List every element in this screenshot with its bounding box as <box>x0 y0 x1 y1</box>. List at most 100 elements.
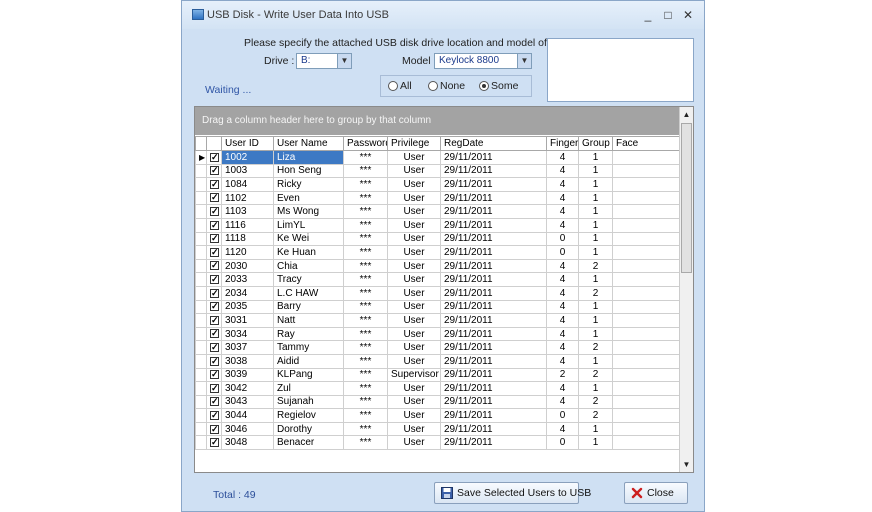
cell-regdate[interactable]: 29/11/2011 <box>440 217 547 233</box>
cell-privilege[interactable]: User <box>387 231 441 247</box>
table-row[interactable]: ✓ 1003 Hon Seng *** User 29/11/2011 4 1 <box>195 163 681 179</box>
close-window-button[interactable]: ✕ <box>680 7 696 23</box>
cell-user-id[interactable]: 1103 <box>221 204 274 219</box>
row-indicator[interactable] <box>195 435 207 451</box>
row-select-checkbox[interactable]: ✓ <box>206 367 222 383</box>
cell-privilege[interactable]: User <box>387 340 441 355</box>
cell-face[interactable] <box>612 435 681 451</box>
cell-face[interactable] <box>612 367 681 383</box>
cell-user-id[interactable]: 2034 <box>221 285 274 301</box>
cell-group[interactable]: 2 <box>578 340 613 355</box>
row-indicator[interactable] <box>195 326 207 342</box>
cell-group[interactable]: 1 <box>578 217 613 233</box>
chevron-down-icon[interactable]: ▼ <box>517 54 531 68</box>
checkmark-icon[interactable]: ✓ <box>210 179 219 189</box>
cell-regdate[interactable]: 29/11/2011 <box>440 313 547 328</box>
table-row[interactable]: ✓ 2033 Tracy *** User 29/11/2011 4 1 <box>195 272 681 287</box>
checkmark-icon[interactable]: ✓ <box>210 424 219 434</box>
row-select-checkbox[interactable]: ✓ <box>206 394 222 410</box>
cell-finger[interactable]: 4 <box>546 150 579 165</box>
cell-user-id[interactable]: 1120 <box>221 245 274 260</box>
cell-privilege[interactable]: User <box>387 190 441 206</box>
table-row[interactable]: ✓ 3031 Natt *** User 29/11/2011 4 1 <box>195 313 681 328</box>
cell-user-name[interactable]: Ms Wong <box>273 204 344 219</box>
row-indicator[interactable] <box>195 190 207 206</box>
checkmark-icon[interactable]: ✓ <box>210 261 219 271</box>
row-select-checkbox[interactable]: ✓ <box>206 150 222 165</box>
cell-group[interactable]: 1 <box>578 150 613 165</box>
cell-user-id[interactable]: 3042 <box>221 381 274 396</box>
row-indicator[interactable] <box>195 381 207 396</box>
cell-regdate[interactable]: 29/11/2011 <box>440 150 547 165</box>
checkmark-icon[interactable]: ✓ <box>210 275 219 284</box>
cell-group[interactable]: 2 <box>578 394 613 410</box>
cell-privilege[interactable]: User <box>387 177 441 192</box>
table-row[interactable]: ✓ 1120 Ke Huan *** User 29/11/2011 0 1 <box>195 245 681 260</box>
row-indicator[interactable] <box>195 231 207 247</box>
cell-user-name[interactable]: Natt <box>273 313 344 328</box>
row-indicator[interactable] <box>195 313 207 328</box>
cell-user-id[interactable]: 3046 <box>221 421 274 437</box>
checkmark-icon[interactable]: ✓ <box>210 220 219 230</box>
column-header-finger[interactable]: Finger <box>546 136 579 151</box>
cell-group[interactable]: 2 <box>578 285 613 301</box>
cell-user-id[interactable]: 3031 <box>221 313 274 328</box>
cell-face[interactable] <box>612 258 681 274</box>
cell-password[interactable]: *** <box>343 204 388 219</box>
row-select-checkbox[interactable]: ✓ <box>206 245 222 260</box>
cell-face[interactable] <box>612 340 681 355</box>
cell-user-name[interactable]: KLPang <box>273 367 344 383</box>
cell-regdate[interactable]: 29/11/2011 <box>440 353 547 369</box>
cell-user-name[interactable]: Aidid <box>273 353 344 369</box>
row-select-checkbox[interactable]: ✓ <box>206 421 222 437</box>
checkmark-icon[interactable]: ✓ <box>210 438 219 448</box>
maximize-button[interactable]: □ <box>660 7 676 23</box>
row-select-checkbox[interactable]: ✓ <box>206 190 222 206</box>
model-select[interactable]: Keylock 8800 ▼ <box>434 53 532 69</box>
row-select-checkbox[interactable]: ✓ <box>206 353 222 369</box>
scrollbar-thumb[interactable] <box>681 123 692 273</box>
radio-none-circle[interactable] <box>428 81 438 91</box>
cell-face[interactable] <box>612 150 681 165</box>
cell-face[interactable] <box>612 421 681 437</box>
cell-face[interactable] <box>612 204 681 219</box>
checkmark-icon[interactable]: ✓ <box>210 410 219 420</box>
cell-password[interactable]: *** <box>343 381 388 396</box>
cell-password[interactable]: *** <box>343 340 388 355</box>
cell-face[interactable] <box>612 408 681 423</box>
row-indicator[interactable] <box>195 340 207 355</box>
cell-privilege[interactable]: User <box>387 163 441 179</box>
cell-regdate[interactable]: 29/11/2011 <box>440 231 547 247</box>
cell-password[interactable]: *** <box>343 367 388 383</box>
row-select-checkbox[interactable]: ✓ <box>206 408 222 423</box>
cell-privilege[interactable]: User <box>387 150 441 165</box>
cell-finger[interactable]: 4 <box>546 394 579 410</box>
cell-finger[interactable]: 4 <box>546 313 579 328</box>
checkmark-icon[interactable]: ✓ <box>210 288 219 298</box>
checkmark-icon[interactable]: ✓ <box>210 342 219 352</box>
checkmark-icon[interactable]: ✓ <box>210 302 219 312</box>
row-indicator[interactable] <box>195 163 207 179</box>
cell-regdate[interactable]: 29/11/2011 <box>440 340 547 355</box>
cell-group[interactable]: 1 <box>578 313 613 328</box>
checkmark-icon[interactable]: ✓ <box>210 370 219 380</box>
checkmark-icon[interactable]: ✓ <box>210 166 219 176</box>
cell-password[interactable]: *** <box>343 353 388 369</box>
checkmark-icon[interactable]: ✓ <box>210 193 219 203</box>
cell-regdate[interactable]: 29/11/2011 <box>440 204 547 219</box>
checkmark-icon[interactable]: ✓ <box>210 234 219 244</box>
cell-password[interactable]: *** <box>343 421 388 437</box>
column-header-user-name[interactable]: User Name <box>273 136 344 151</box>
radio-some-circle[interactable] <box>479 81 489 91</box>
cell-regdate[interactable]: 29/11/2011 <box>440 190 547 206</box>
cell-face[interactable] <box>612 394 681 410</box>
cell-user-name[interactable]: Liza <box>273 150 344 165</box>
checkmark-icon[interactable]: ✓ <box>210 383 219 393</box>
row-select-checkbox[interactable]: ✓ <box>206 381 222 396</box>
cell-group[interactable]: 1 <box>578 299 613 315</box>
scroll-down-icon[interactable]: ▼ <box>680 458 693 471</box>
cell-privilege[interactable]: User <box>387 272 441 287</box>
cell-password[interactable]: *** <box>343 150 388 165</box>
cell-finger[interactable]: 4 <box>546 190 579 206</box>
cell-regdate[interactable]: 29/11/2011 <box>440 394 547 410</box>
